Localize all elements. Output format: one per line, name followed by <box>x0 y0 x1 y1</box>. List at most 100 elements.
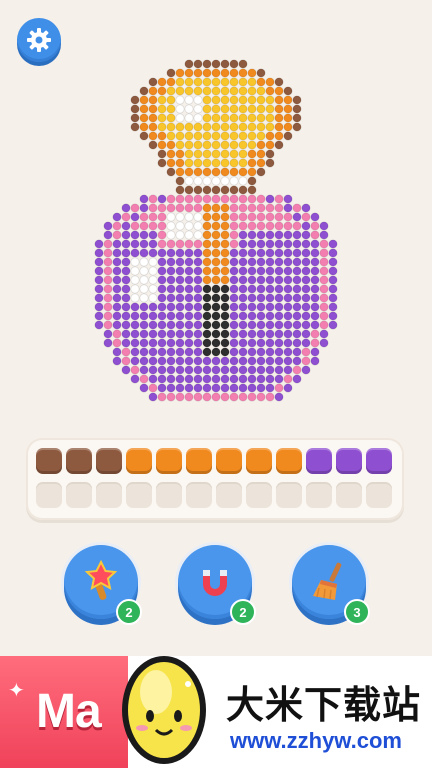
bead <box>301 212 311 222</box>
ad-banner[interactable]: 大米下载站 www.zzhyw.com <box>122 656 432 768</box>
bead <box>247 275 257 285</box>
bead <box>166 329 176 339</box>
bead <box>103 320 113 330</box>
bead <box>130 266 140 276</box>
bead <box>211 266 221 276</box>
bead <box>211 122 221 132</box>
bead <box>211 302 221 312</box>
bead <box>193 365 203 375</box>
bead <box>265 131 275 141</box>
bead <box>175 257 185 267</box>
bead <box>166 68 176 78</box>
bead <box>112 221 122 231</box>
bead <box>310 212 320 222</box>
tray-slot-brown <box>96 448 122 474</box>
magic-wand-booster[interactable]: 2 <box>64 545 142 625</box>
bead <box>112 302 122 312</box>
bead <box>292 338 302 348</box>
bead <box>211 194 221 204</box>
bead <box>274 239 284 249</box>
pixel-art-board[interactable] <box>0 0 432 430</box>
bead <box>157 239 167 249</box>
bead <box>211 311 221 321</box>
bead <box>301 293 311 303</box>
bead <box>202 392 212 402</box>
color-tray <box>26 438 404 520</box>
bead <box>247 194 257 204</box>
bead <box>283 257 293 267</box>
bead <box>139 131 149 141</box>
bead <box>166 248 176 258</box>
bead <box>292 302 302 312</box>
bead <box>184 95 194 105</box>
bead <box>166 113 176 123</box>
bead <box>220 257 230 267</box>
bead <box>301 284 311 294</box>
bead <box>301 320 311 330</box>
bead <box>166 239 176 249</box>
bead <box>103 329 113 339</box>
bead <box>211 86 221 96</box>
bead <box>238 311 248 321</box>
bead <box>157 275 167 285</box>
bead <box>166 131 176 141</box>
bead <box>256 113 266 123</box>
bead <box>220 356 230 366</box>
bead <box>247 338 257 348</box>
bead <box>157 284 167 294</box>
bead <box>256 365 266 375</box>
bead <box>148 86 158 96</box>
bead <box>130 338 140 348</box>
bead <box>274 356 284 366</box>
bead <box>265 95 275 105</box>
bead <box>247 95 257 105</box>
bead <box>229 68 239 78</box>
bead <box>184 302 194 312</box>
bead <box>103 221 113 231</box>
bead <box>247 257 257 267</box>
bead <box>274 338 284 348</box>
bead <box>256 68 266 78</box>
bead <box>184 221 194 231</box>
bead <box>256 86 266 96</box>
bead <box>175 95 185 105</box>
bead <box>310 239 320 249</box>
bead <box>283 293 293 303</box>
bead <box>130 221 140 231</box>
bead <box>247 284 257 294</box>
broom-icon <box>313 562 342 600</box>
magnet-icon <box>203 570 227 596</box>
bead <box>229 365 239 375</box>
bead <box>175 293 185 303</box>
bead <box>229 122 239 132</box>
bead <box>157 113 167 123</box>
bead <box>220 131 230 141</box>
bead <box>265 248 275 258</box>
bead <box>310 302 320 312</box>
bead <box>256 392 266 402</box>
tray-slot-empty <box>276 482 302 508</box>
bead <box>292 230 302 240</box>
bead <box>112 248 122 258</box>
bead <box>274 122 284 132</box>
bead <box>202 113 212 123</box>
broom-booster[interactable]: 3 <box>292 545 370 625</box>
bead <box>157 347 167 357</box>
bead <box>238 122 248 132</box>
bead <box>247 212 257 222</box>
bead <box>310 275 320 285</box>
bead <box>220 212 230 222</box>
bead <box>229 338 239 348</box>
bead <box>247 113 257 123</box>
bead <box>283 302 293 312</box>
bead <box>148 374 158 384</box>
bead <box>139 86 149 96</box>
bead <box>229 392 239 402</box>
bead <box>220 185 230 195</box>
bead <box>157 338 167 348</box>
bead <box>175 266 185 276</box>
bead <box>292 329 302 339</box>
magnet-booster[interactable]: 2 <box>178 545 256 625</box>
bead <box>193 113 203 123</box>
bead <box>220 392 230 402</box>
